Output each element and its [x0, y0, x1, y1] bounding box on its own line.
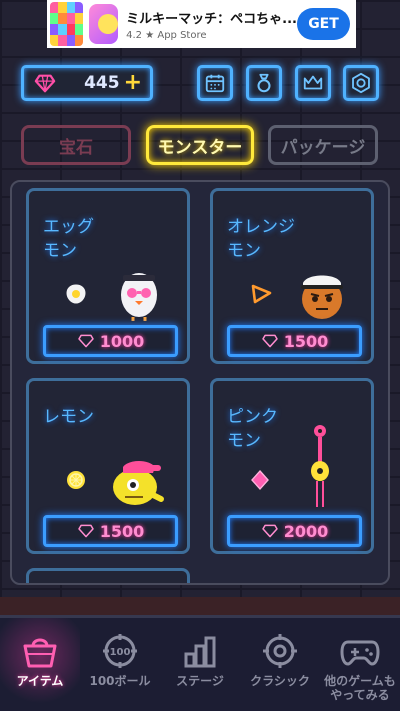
- shop-card-next[interactable]: [26, 568, 190, 583]
- nav-label: 100ボール: [89, 674, 151, 688]
- settings-button[interactable]: [343, 65, 379, 101]
- nav-label: クラシック: [250, 674, 310, 688]
- price-value: 1000: [99, 331, 145, 351]
- pink-monster-character: [311, 425, 329, 507]
- gem-icon: [261, 334, 278, 348]
- fried-egg-icon: [66, 284, 86, 304]
- ring-icon: [257, 73, 271, 93]
- ad-rating: 4.2 ★ App Store: [126, 29, 207, 41]
- gem-count: 445: [84, 73, 120, 93]
- nav-stages[interactable]: ステージ: [160, 618, 240, 711]
- lemon-monster-character: [113, 461, 164, 505]
- tab-gems[interactable]: 宝石: [21, 125, 131, 165]
- gamepad-icon: [340, 640, 380, 666]
- calendar-icon: [205, 74, 225, 93]
- ad-app-icon: [89, 4, 119, 44]
- divider-stripe: [0, 597, 400, 615]
- shop-panel: エッグ モン 1000 オレンジ モン 1500 レモン 1500 ピンク モン…: [10, 180, 390, 585]
- ad-game-thumbnail: [50, 2, 84, 46]
- ring-button[interactable]: [246, 65, 282, 101]
- orange-monster-character: [301, 275, 343, 319]
- crown-button[interactable]: [295, 65, 331, 101]
- tab-monsters[interactable]: モンスター: [146, 125, 254, 165]
- ad-banner[interactable]: ミルキーマッチ：ペコちゃ... 4.2 ★ App Store GET: [47, 0, 356, 48]
- add-gems-button[interactable]: +: [124, 72, 142, 94]
- svg-text:100: 100: [110, 647, 131, 658]
- target-100-icon: 100: [103, 634, 137, 668]
- shop-card-pink-monster[interactable]: ピンク モン 2000: [210, 378, 374, 554]
- nav-label: 他のゲームも やってみる: [324, 674, 396, 702]
- nav-100-balls[interactable]: 100 100ボール: [80, 618, 160, 711]
- nav-items[interactable]: アイテム: [0, 618, 80, 711]
- nav-label: アイテム: [16, 674, 64, 688]
- shop-card-lemon-monster[interactable]: レモン 1500: [26, 378, 190, 554]
- card-name: ピンク モン: [227, 407, 278, 451]
- price-value: 1500: [283, 331, 329, 351]
- shopping-basket-icon: [23, 638, 57, 668]
- gem-icon: [261, 524, 278, 538]
- ad-title: ミルキーマッチ：ペコちゃ...: [126, 11, 297, 27]
- shop-card-orange-monster[interactable]: オレンジ モン 1500: [210, 188, 374, 364]
- ad-get-button[interactable]: GET: [296, 8, 351, 40]
- bottom-navigation: アイテム 100 100ボール ステージ クラシック 他のゲームも やってみる: [0, 615, 400, 711]
- card-name: オレンジ モン: [227, 217, 295, 261]
- shop-card-egg-monster[interactable]: エッグ モン 1000: [26, 188, 190, 364]
- bar-stairs-icon: [184, 636, 216, 668]
- diamond-icon: [251, 469, 269, 491]
- triangle-icon: [251, 284, 272, 304]
- gear-icon: [352, 72, 370, 94]
- gem-icon: [77, 334, 94, 348]
- buy-button[interactable]: 1500: [227, 325, 362, 357]
- calendar-button[interactable]: [197, 65, 233, 101]
- tab-packages[interactable]: パッケージ: [268, 125, 378, 165]
- crosshair-icon: [263, 634, 297, 668]
- gem-icon: [34, 74, 56, 93]
- nav-more-games[interactable]: 他のゲームも やってみる: [320, 618, 400, 711]
- gem-icon: [77, 524, 94, 538]
- nav-label: ステージ: [176, 674, 224, 688]
- gem-counter[interactable]: 445 +: [21, 65, 153, 101]
- price-value: 1500: [99, 521, 145, 541]
- price-value: 2000: [283, 521, 329, 541]
- card-name: エッグ モン: [43, 217, 94, 261]
- buy-button[interactable]: 1000: [43, 325, 178, 357]
- crown-icon: [303, 75, 323, 90]
- buy-button[interactable]: 1500: [43, 515, 178, 547]
- lemon-slice-icon: [67, 471, 85, 489]
- egg-monster-character: [121, 273, 157, 321]
- buy-button[interactable]: 2000: [227, 515, 362, 547]
- nav-classic[interactable]: クラシック: [240, 618, 320, 711]
- card-name: レモン: [43, 407, 94, 427]
